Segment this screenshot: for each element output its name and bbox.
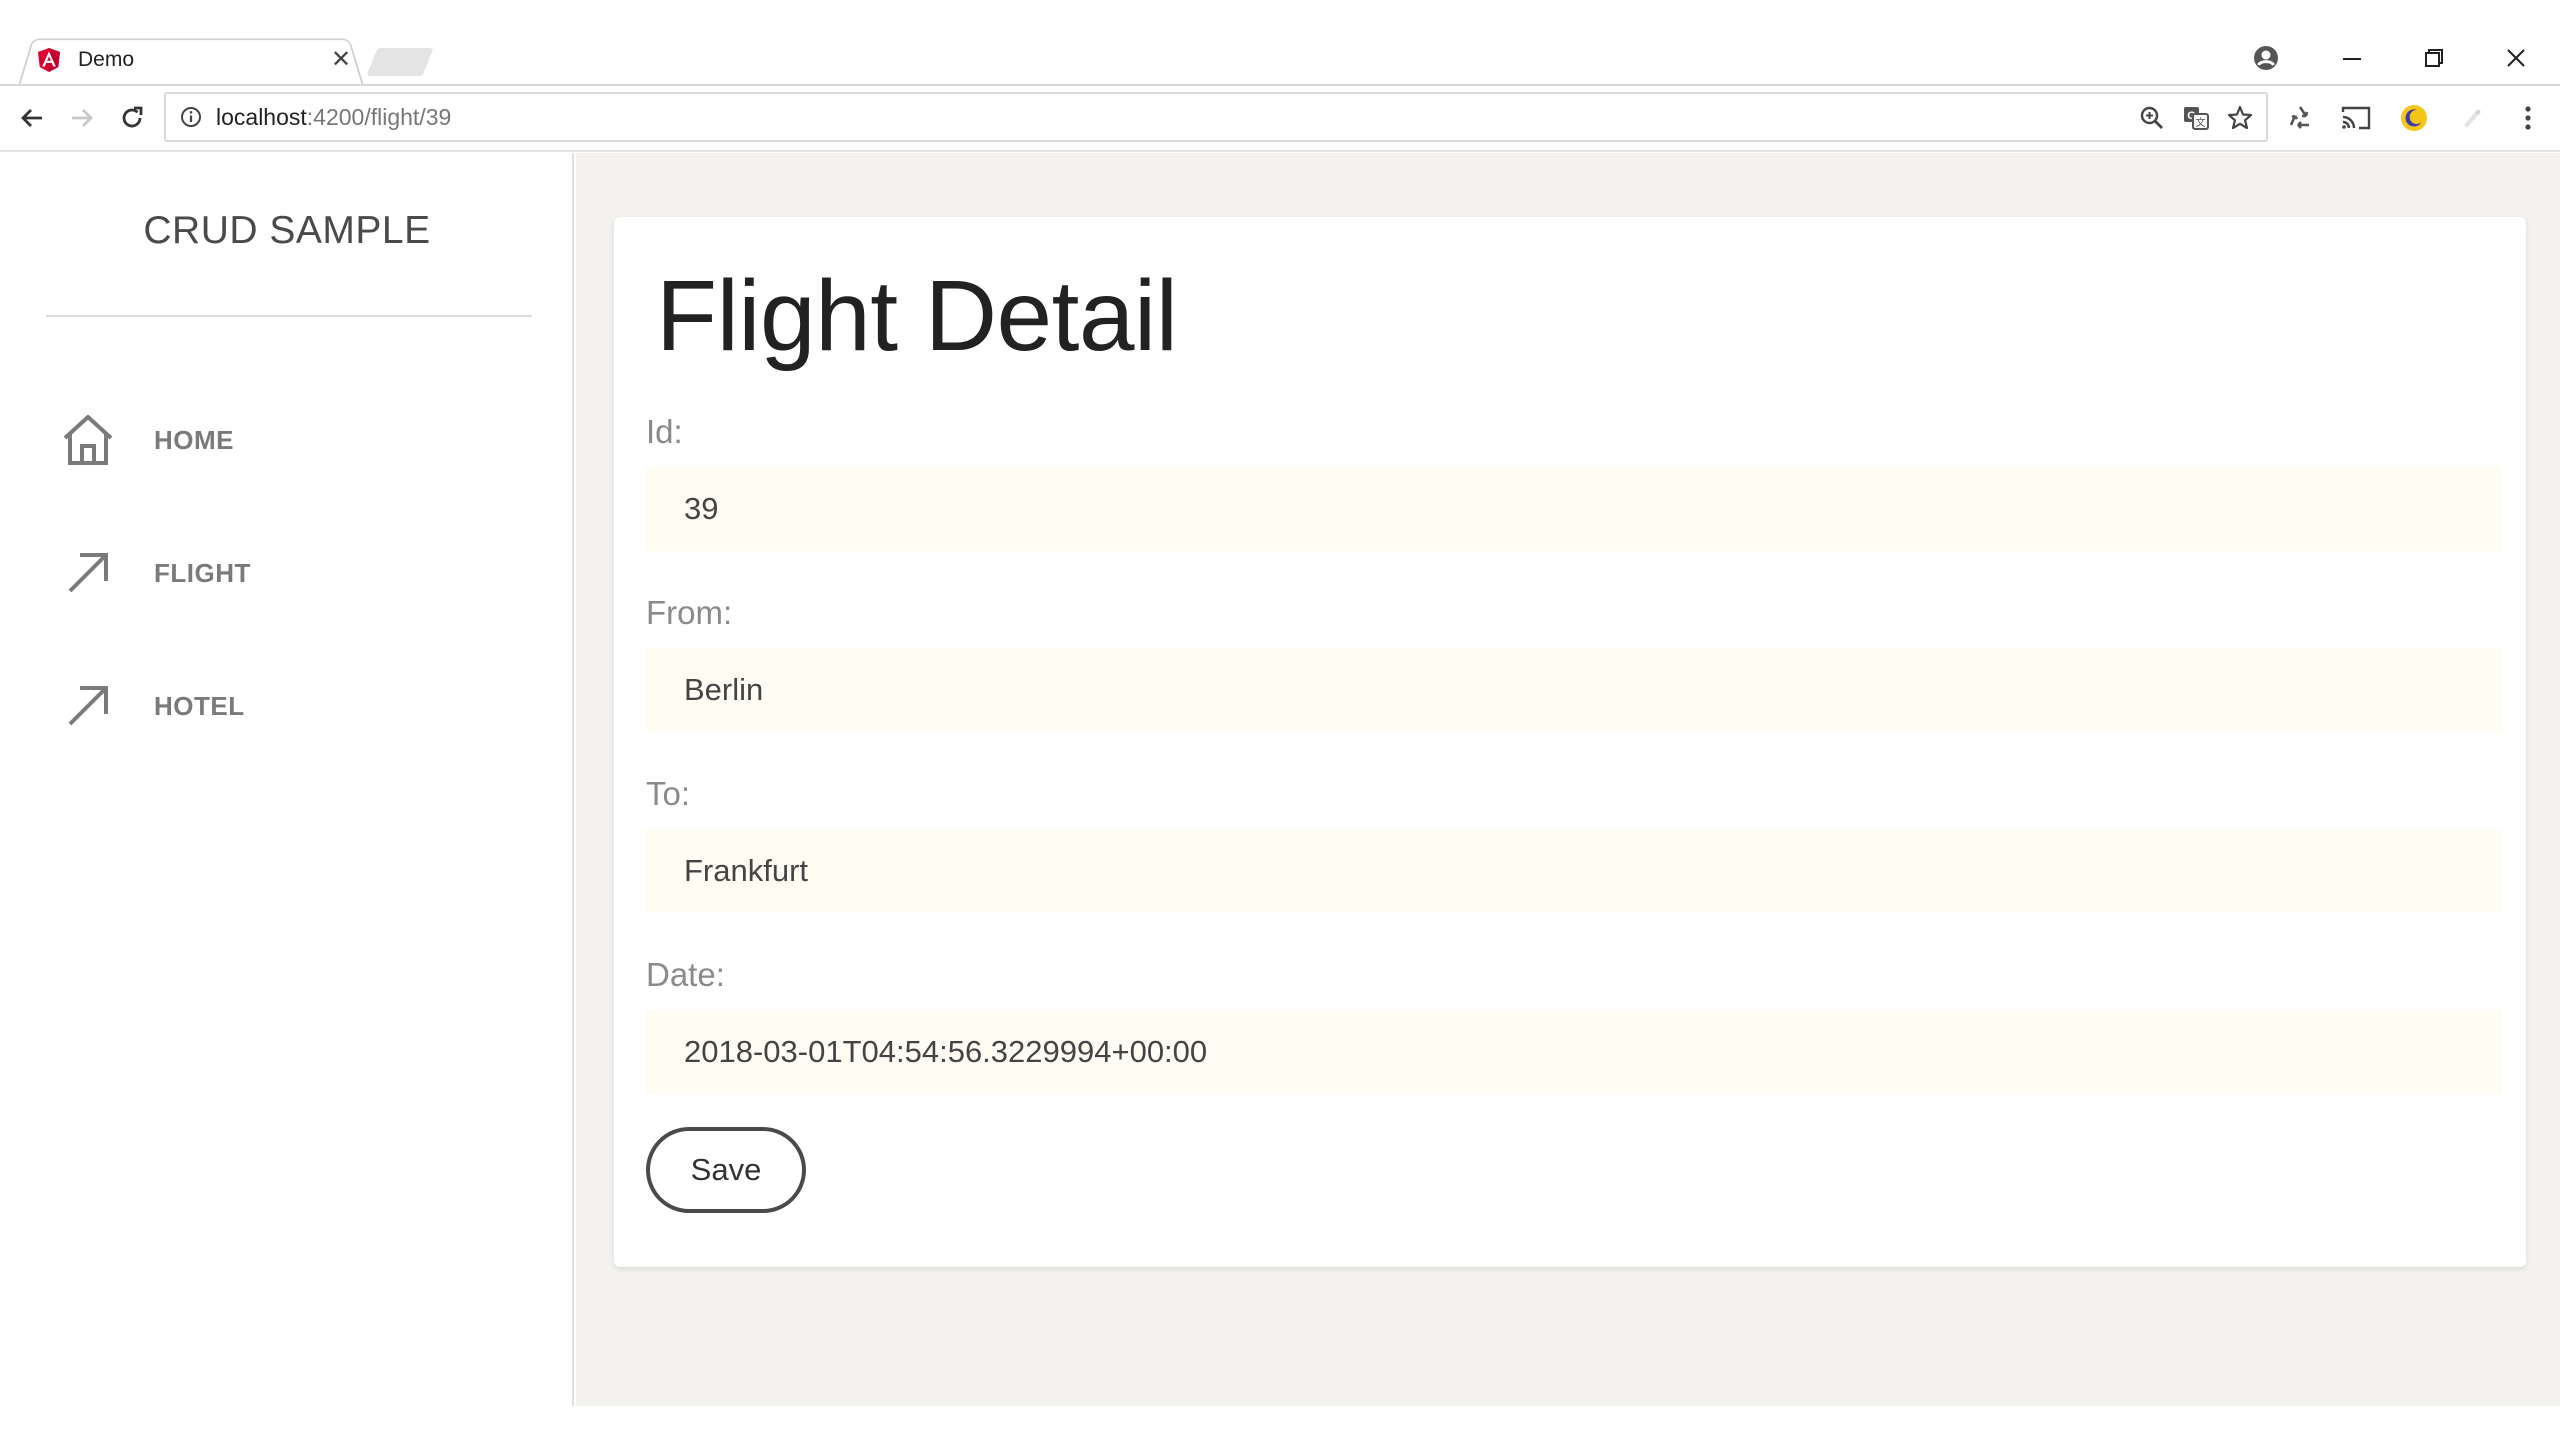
- url-text: localhost:4200/flight/39: [216, 104, 451, 131]
- reload-icon[interactable]: [112, 98, 152, 138]
- bottom-strip: [0, 1406, 2560, 1440]
- browser-tab-content[interactable]: Demo ✕: [36, 42, 356, 78]
- minimize-icon[interactable]: [2332, 38, 2372, 78]
- moon-extension-icon[interactable]: [2396, 100, 2432, 136]
- arrow-up-right-icon: [56, 541, 120, 605]
- browser-menu-icon[interactable]: [2510, 100, 2546, 136]
- brand-divider: [46, 315, 532, 317]
- profile-icon[interactable]: [2246, 38, 2286, 78]
- svg-text:文: 文: [2196, 116, 2206, 129]
- url-path: :4200/flight/39: [306, 103, 452, 130]
- main-content: Flight Detail Id: From: To: Date: Save: [576, 153, 2560, 1406]
- to-label: To:: [646, 775, 691, 812]
- id-field[interactable]: [646, 467, 2502, 551]
- forward-icon[interactable]: [62, 98, 102, 138]
- bookmark-star-icon[interactable]: [2224, 102, 2256, 134]
- to-field[interactable]: [646, 829, 2502, 913]
- flight-detail-card: Flight Detail Id: From: To: Date: Save: [614, 217, 2526, 1267]
- url-host: localhost: [216, 103, 307, 130]
- sidebar-item-label: HOTEL: [154, 690, 245, 721]
- sidebar-item-flight[interactable]: FLIGHT: [56, 538, 536, 608]
- sidebar-item-home[interactable]: HOME: [56, 405, 536, 475]
- home-icon: [56, 408, 120, 472]
- from-field[interactable]: [646, 648, 2502, 732]
- id-label: Id:: [646, 413, 683, 450]
- brand-title: CRUD SAMPLE: [143, 209, 431, 252]
- save-button[interactable]: Save: [646, 1127, 806, 1213]
- sidebar-item-label: HOME: [154, 424, 234, 455]
- zoom-icon[interactable]: [2136, 102, 2168, 134]
- browser-tabstrip: Demo ✕: [0, 0, 2560, 86]
- date-field[interactable]: [646, 1010, 2502, 1094]
- angular-logo-icon: [36, 47, 62, 73]
- address-bar[interactable]: localhost:4200/flight/39 G文: [164, 92, 2268, 142]
- arrow-up-right-icon: [56, 674, 120, 738]
- browser-toolbar: localhost:4200/flight/39 G文: [0, 86, 2560, 152]
- close-window-icon[interactable]: [2496, 38, 2536, 78]
- site-info-icon[interactable]: [176, 102, 206, 132]
- tab-title: Demo: [78, 48, 135, 71]
- page-title: Flight Detail: [656, 260, 1178, 372]
- tab-close-icon[interactable]: ✕: [326, 44, 356, 74]
- restore-icon[interactable]: [2414, 38, 2454, 78]
- sidebar-item-hotel[interactable]: HOTEL: [56, 671, 536, 741]
- new-tab-button[interactable]: [366, 48, 434, 76]
- from-label: From:: [646, 594, 733, 631]
- date-label: Date:: [646, 956, 725, 993]
- translate-icon[interactable]: G文: [2180, 102, 2212, 134]
- sidebar: CRUD SAMPLE HOME FLIGHT HOTEL: [0, 153, 574, 1406]
- cast-icon[interactable]: [2338, 100, 2374, 136]
- recycle-extension-icon[interactable]: [2282, 100, 2318, 136]
- sidebar-item-label: FLIGHT: [154, 557, 251, 588]
- back-icon[interactable]: [12, 98, 52, 138]
- disabled-extension-icon[interactable]: [2452, 100, 2488, 136]
